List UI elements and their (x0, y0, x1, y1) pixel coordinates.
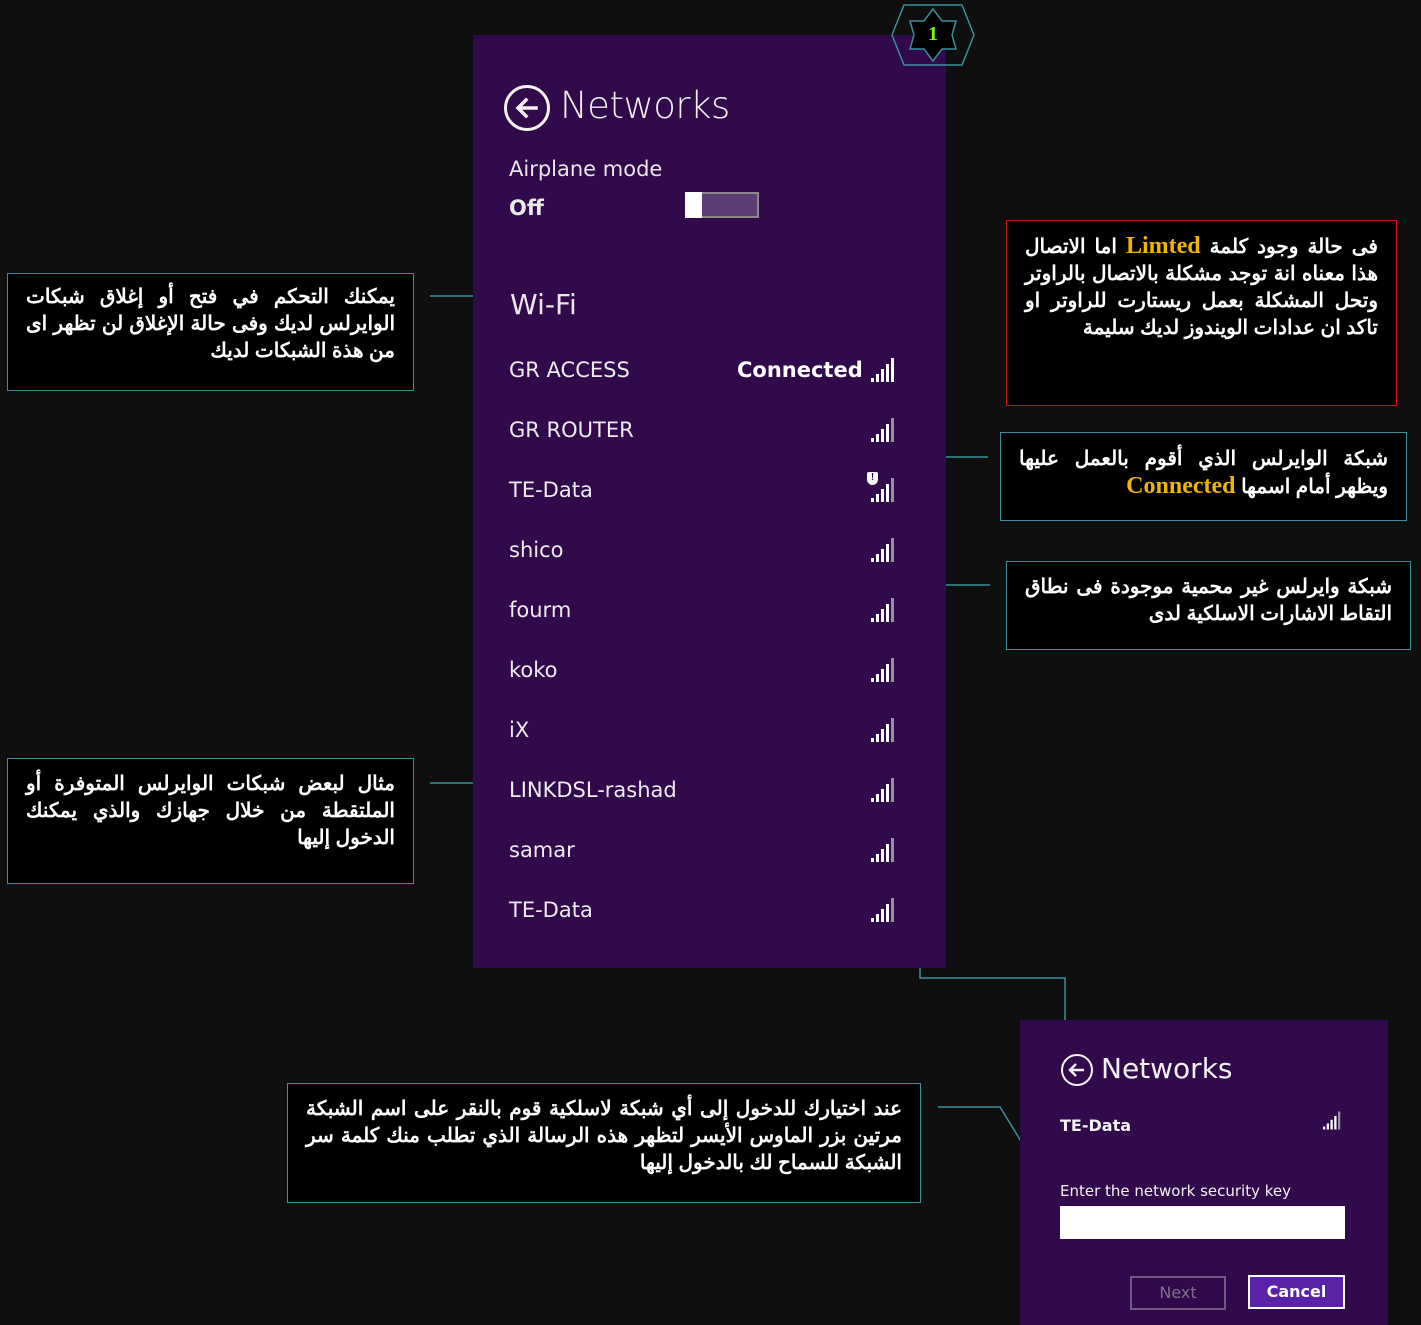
note-limited-text-1: فى حالة وجود كلمة (1209, 236, 1378, 258)
note-limited-connection: فى حالة وجود كلمة Limted اما الاتصال هذا… (1006, 220, 1397, 406)
network-name: TE-Data (509, 898, 593, 922)
wifi-signal-icon (871, 416, 901, 442)
wifi-signal-icon (871, 896, 901, 922)
wifi-signal-icon (871, 836, 901, 862)
network-item[interactable]: shico (509, 530, 909, 570)
wifi-unsecured-signal-icon: ! (867, 472, 901, 502)
airplane-mode-label: Airplane mode (509, 157, 663, 181)
back-arrow-icon[interactable] (504, 85, 550, 131)
dialog-back-arrow-icon[interactable] (1061, 1054, 1093, 1086)
note-airplane-mode: يمكنك التحكم في فتح أو إغلاق شبكات الواي… (7, 273, 414, 391)
network-name: fourm (509, 598, 572, 622)
wifi-signal-icon (871, 716, 901, 742)
network-name: GR ROUTER (509, 418, 634, 442)
network-item[interactable]: TE-Data (509, 890, 909, 930)
dialog-network-name: TE-Data (1060, 1116, 1132, 1135)
wifi-signal-icon (871, 356, 901, 382)
security-key-input[interactable] (1060, 1206, 1345, 1239)
network-item[interactable]: TE-Data! (509, 470, 909, 510)
network-name: koko (509, 658, 558, 682)
airplane-mode-state: Off (509, 196, 544, 220)
network-item[interactable]: GR ACCESS Connected (509, 350, 909, 390)
network-name: GR ACCESS (509, 358, 630, 382)
note-connected-keyword: Connected (1126, 473, 1236, 499)
step-badge: 1 (890, 3, 976, 67)
wifi-signal-icon (871, 776, 901, 802)
dialog-title: Networks (1101, 1052, 1233, 1085)
wifi-signal-icon (871, 596, 901, 622)
network-name: TE-Data (509, 478, 593, 502)
shield-warning-icon: ! (867, 472, 878, 485)
wifi-section-label: Wi-Fi (510, 288, 577, 321)
note-connected-network: شبكة الوايرلس الذي أقوم بالعمل عليها ويظ… (1000, 432, 1407, 521)
network-item[interactable]: GR ROUTER (509, 410, 909, 450)
network-item[interactable]: LINKDSL-rashad (509, 770, 909, 810)
network-name: samar (509, 838, 575, 862)
airplane-mode-toggle[interactable] (685, 192, 759, 218)
cancel-button[interactable]: Cancel (1248, 1275, 1345, 1309)
wifi-signal-icon (871, 536, 901, 562)
network-item[interactable]: koko (509, 650, 909, 690)
network-item[interactable]: fourm (509, 590, 909, 630)
wifi-signal-icon (871, 656, 901, 682)
page-title: Networks (560, 84, 730, 127)
toggle-knob (685, 192, 702, 218)
note-password-prompt: عند اختيارك للدخول إلى أي شبكة لاسلكية ق… (287, 1083, 921, 1203)
network-item[interactable]: iX (509, 710, 909, 750)
note-unsecured-network: شبكة وايرلس غير محمية موجودة فى نطاق الت… (1006, 561, 1411, 650)
step-number: 1 (928, 23, 938, 45)
network-status: Connected (737, 358, 863, 382)
network-name: shico (509, 538, 564, 562)
network-name: LINKDSL-rashad (509, 778, 677, 802)
next-button[interactable]: Next (1130, 1276, 1226, 1310)
network-item[interactable]: samar (509, 830, 909, 870)
network-name: iX (509, 718, 530, 742)
note-limited-keyword: Limted (1125, 233, 1201, 259)
dialog-wifi-signal-icon (1323, 1111, 1341, 1130)
note-network-list: مثال لبعض شبكات الوايرلس المتوفرة أو الم… (7, 758, 414, 884)
security-key-label: Enter the network security key (1060, 1182, 1292, 1200)
